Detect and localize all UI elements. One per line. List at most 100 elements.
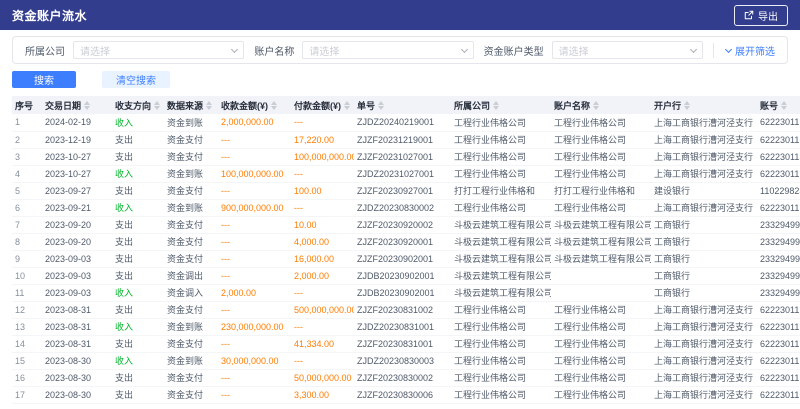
column-label: 账号 [760, 99, 778, 112]
table-row: 142023-08-31支出资金支付---41,334.00ZJZF202308… [12, 335, 800, 352]
cell-no: 2 [12, 131, 42, 148]
cell-no: 3 [12, 148, 42, 165]
cell-receive: --- [218, 148, 291, 165]
cell-order: ZJZF20230830002 [354, 369, 451, 386]
column-header-company[interactable]: 所属公司 [451, 96, 551, 114]
column-label: 所属公司 [454, 99, 490, 112]
cell-direction: 收入 [112, 114, 164, 131]
clear-search-button[interactable]: 清空搜索 [102, 71, 170, 88]
cell-account_no: 62223011 [757, 165, 800, 182]
cell-bank: 上海工商银行漕河泾支行 [651, 386, 757, 403]
cell-source: 资金支付 [164, 301, 218, 318]
cell-bank: 建设银行 [651, 182, 757, 199]
cell-direction: 支出 [112, 386, 164, 403]
column-label: 开户行 [654, 99, 681, 112]
cell-pay: 3,300.00 [291, 386, 354, 403]
column-header-direction[interactable]: 收支方向 [112, 96, 164, 114]
cell-account: 工程行业伟格公司 [551, 199, 651, 216]
cell-receive: --- [218, 267, 291, 284]
column-header-order[interactable]: 单号 [354, 96, 451, 114]
sort-icon[interactable] [593, 101, 599, 110]
column-header-source[interactable]: 数据来源 [164, 96, 218, 114]
cell-company: 工程行业伟格公司 [451, 352, 551, 369]
cell-company: 工程行业伟格公司 [451, 114, 551, 131]
cell-account_no: 23329499 [757, 216, 800, 233]
cell-no: 7 [12, 216, 42, 233]
cell-company: 工程行业伟格公司 [451, 165, 551, 182]
cell-date: 2023-08-31 [42, 301, 112, 318]
table-row: 132023-08-31收入资金到账230,000,000.00---ZJDZ2… [12, 318, 800, 335]
cell-source: 资金到账 [164, 352, 218, 369]
cell-account_no: 23329499 [757, 267, 800, 284]
cell-bank: 工商银行 [651, 267, 757, 284]
column-label: 交易日期 [45, 99, 81, 112]
cell-order: ZJDZ20240219001 [354, 114, 451, 131]
cell-direction: 支出 [112, 335, 164, 352]
company-select[interactable]: 请选择 [73, 41, 244, 59]
sort-icon[interactable] [271, 101, 277, 110]
table-row: 62023-09-21收入资金到账900,000,000.00---ZJDZ20… [12, 199, 800, 216]
table-row: 122023-08-31支出资金支付---500,000,000.00ZJZF2… [12, 301, 800, 318]
cell-source: 资金到账 [164, 165, 218, 182]
export-button[interactable]: 导出 [734, 5, 788, 26]
cell-no: 11 [12, 284, 42, 301]
cell-direction: 收入 [112, 165, 164, 182]
chevron-down-icon [690, 45, 697, 52]
cell-pay: 10.00 [291, 216, 354, 233]
cell-receive: --- [218, 369, 291, 386]
sort-icon[interactable] [206, 101, 212, 110]
cell-company: 工程行业伟格公司 [451, 369, 551, 386]
cell-company: 斗极云建筑工程有限公司 [451, 216, 551, 233]
account-name-select-placeholder: 请选择 [309, 43, 339, 58]
cell-bank: 上海工商银行漕河泾支行 [651, 369, 757, 386]
account-type-filter-label: 资金账户类型 [484, 43, 544, 58]
table-row: 172023-08-30支出资金支付---3,300.00ZJZF2023083… [12, 386, 800, 403]
account-name-select[interactable]: 请选择 [302, 41, 473, 59]
sort-icon[interactable] [378, 101, 384, 110]
cell-no: 4 [12, 165, 42, 182]
cell-bank: 上海工商银行漕河泾支行 [651, 131, 757, 148]
cell-date: 2023-08-30 [42, 386, 112, 403]
filter-group-account-name: 账户名称 请选择 [254, 41, 473, 59]
cell-account: 工程行业伟格公司 [551, 386, 651, 403]
account-type-select[interactable]: 请选择 [552, 41, 703, 59]
column-header-no: 序号 [12, 96, 42, 114]
cell-company: 工程行业伟格公司 [451, 318, 551, 335]
account-type-select-placeholder: 请选择 [559, 43, 589, 58]
column-header-account[interactable]: 账户名称 [551, 96, 651, 114]
cell-pay: --- [291, 352, 354, 369]
cell-date: 2023-08-30 [42, 352, 112, 369]
cell-direction: 支出 [112, 148, 164, 165]
sort-icon[interactable] [781, 101, 787, 110]
cell-receive: 30,000,000.00 [218, 352, 291, 369]
column-header-pay[interactable]: 付款金额(¥) [291, 96, 354, 114]
cell-pay: --- [291, 114, 354, 131]
cell-account: 工程行业伟格公司 [551, 318, 651, 335]
search-button[interactable]: 搜索 [12, 71, 76, 88]
column-header-date[interactable]: 交易日期 [42, 96, 112, 114]
cell-date: 2023-09-20 [42, 216, 112, 233]
sort-icon[interactable] [344, 101, 350, 110]
cell-order: ZJDZ20230831001 [354, 318, 451, 335]
expand-filters-link[interactable]: 展开筛选 [713, 43, 775, 58]
cell-date: 2023-09-03 [42, 250, 112, 267]
column-label: 收支方向 [115, 99, 151, 112]
sort-icon[interactable] [684, 101, 690, 110]
cell-source: 资金支付 [164, 335, 218, 352]
sort-icon[interactable] [154, 101, 160, 110]
sort-icon[interactable] [84, 101, 90, 110]
cell-order: ZJDB20230902001 [354, 267, 451, 284]
cell-bank: 上海工商银行漕河泾支行 [651, 352, 757, 369]
cell-account [551, 284, 651, 301]
column-header-receive[interactable]: 收款金额(¥) [218, 96, 291, 114]
cell-direction: 支出 [112, 301, 164, 318]
cell-date: 2023-09-03 [42, 267, 112, 284]
cell-source: 资金支付 [164, 182, 218, 199]
cell-no: 17 [12, 386, 42, 403]
cell-receive: 2,000.00 [218, 284, 291, 301]
cell-account: 工程行业伟格公司 [551, 335, 651, 352]
column-header-bank[interactable]: 开户行 [651, 96, 757, 114]
cell-company: 工程行业伟格公司 [451, 301, 551, 318]
column-header-account_no[interactable]: 账号 [757, 96, 800, 114]
sort-icon[interactable] [493, 101, 499, 110]
